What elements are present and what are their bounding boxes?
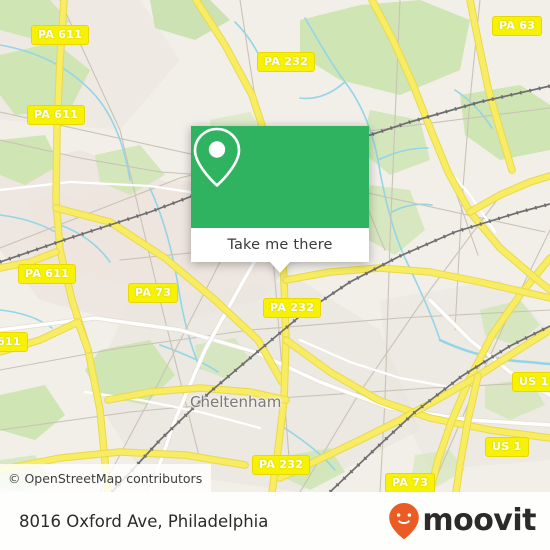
map-canvas[interactable]: .park { fill:#cfe5b4; } .parkd { fill:#c… <box>0 0 550 492</box>
map-attribution[interactable]: © OpenStreetMap contributors <box>0 464 212 492</box>
moovit-logo[interactable]: moovit <box>388 502 536 540</box>
take-me-there-label: Take me there <box>227 237 333 253</box>
road-shield: PA 611 <box>18 264 77 284</box>
popup-card-header <box>191 126 369 228</box>
road-shield: PA 63 <box>492 16 543 36</box>
place-label-cheltenham: Cheltenham <box>190 393 282 411</box>
moovit-pin-icon <box>389 503 420 540</box>
moovit-wordmark: moovit <box>422 503 536 538</box>
popup-card-footer[interactable]: Take me there <box>191 228 369 262</box>
road-shield: PA 232 <box>257 52 316 72</box>
road-shield: PA 73 <box>385 473 436 492</box>
road-shield: PA 73 <box>128 283 179 303</box>
map-pin-icon <box>193 127 241 187</box>
location-address: 8016 Oxford Ave, Philadelphia <box>19 511 269 531</box>
road-shield: PA 611 <box>31 25 90 45</box>
road-shield: PA 232 <box>263 298 322 318</box>
attribution-text: © OpenStreetMap contributors <box>8 470 203 486</box>
popup-card-tail <box>270 262 290 273</box>
road-shield: US 1 <box>512 372 550 392</box>
footer-bar: 8016 Oxford Ave, Philadelphia moovit <box>0 492 550 550</box>
road-shield: PA 611 <box>27 105 86 125</box>
map-screenshot: .park { fill:#cfe5b4; } .parkd { fill:#c… <box>0 0 550 550</box>
road-shield: US 1 <box>485 437 529 457</box>
road-shield: PA 232 <box>252 455 311 475</box>
destination-popup-card[interactable]: Take me there <box>191 126 369 273</box>
road-shield: 611 <box>0 332 28 352</box>
